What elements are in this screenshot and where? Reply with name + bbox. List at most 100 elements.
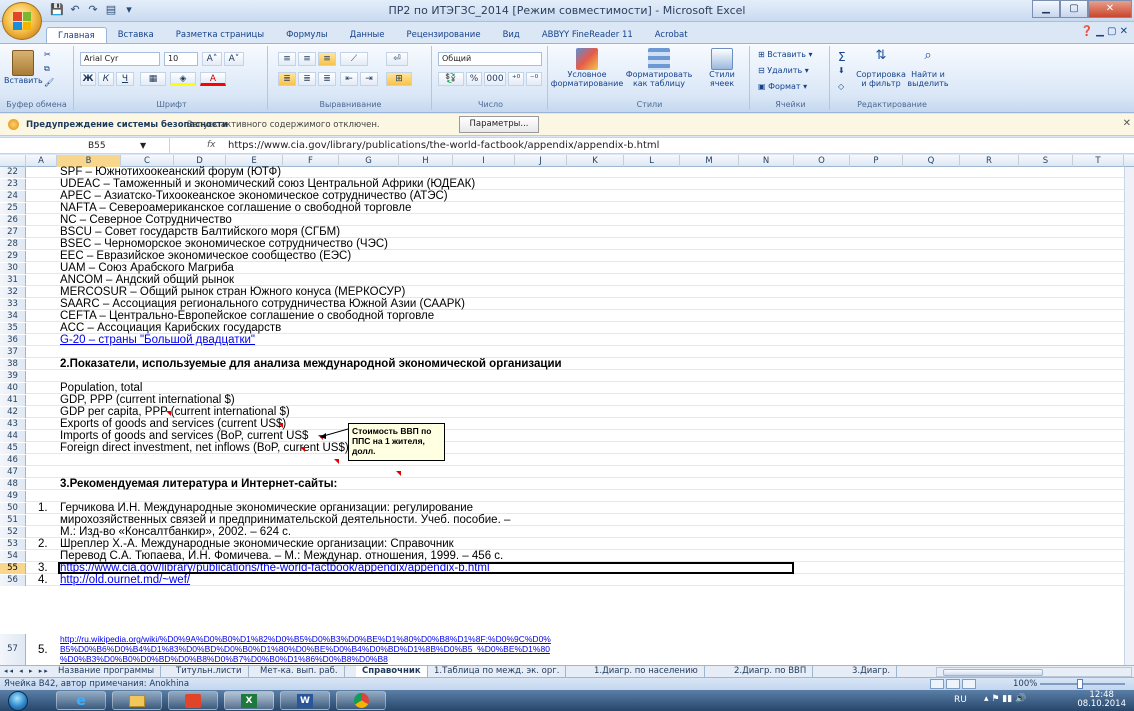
- cell-b[interactable]: NC – Северное Сотрудничество: [60, 214, 232, 226]
- column-header-s[interactable]: S: [1019, 155, 1073, 167]
- page-break-view-icon[interactable]: [962, 679, 976, 689]
- delete-cells-button[interactable]: ⊟ Удалить ▾: [758, 66, 809, 75]
- cell-b[interactable]: Exports of goods and services (current U…: [60, 418, 286, 430]
- row-header[interactable]: 36: [0, 335, 26, 346]
- italic-button[interactable]: К: [98, 72, 114, 86]
- cell-b[interactable]: BSCU – Совет государств Балтийского моря…: [60, 226, 340, 238]
- tab-page-layout[interactable]: Разметка страницы: [165, 27, 275, 43]
- align-bottom-button[interactable]: ≡: [318, 52, 336, 66]
- table-row[interactable]: 49: [0, 491, 1134, 502]
- accounting-button[interactable]: 💱: [438, 72, 464, 86]
- row-header[interactable]: 50: [0, 503, 26, 514]
- horizontal-scrollbar[interactable]: [936, 667, 1132, 677]
- table-row[interactable]: 30 UAM – Союз Арабского Магриба: [0, 262, 1134, 274]
- row-header[interactable]: 41: [0, 395, 26, 406]
- cell-b[interactable]: Перевод С.А. Тюпаева, И.Н. Фомичева. – М…: [60, 550, 503, 562]
- merge-center-button[interactable]: ⊞: [386, 72, 412, 86]
- increase-indent-button[interactable]: ⇥: [360, 72, 378, 86]
- table-row[interactable]: 54 Перевод С.А. Тюпаева, И.Н. Фомичева. –…: [0, 550, 1134, 562]
- column-header-p[interactable]: P: [850, 155, 903, 167]
- row-header[interactable]: 32: [0, 287, 26, 298]
- table-row[interactable]: 39: [0, 371, 1134, 382]
- row-header[interactable]: 46: [0, 455, 26, 466]
- table-row[interactable]: 33 SAARC – Ассоциация регионального сотру…: [0, 298, 1134, 310]
- conditional-formatting-button[interactable]: Условное форматирование: [551, 48, 623, 88]
- table-row[interactable]: 22 SPF – Южнотихоокеанский форум (ЮТФ): [0, 166, 1134, 178]
- table-row[interactable]: 32 MERCOSUR – Общий рынок стран Южного ко…: [0, 286, 1134, 298]
- column-header-o[interactable]: O: [794, 155, 850, 167]
- decrease-indent-button[interactable]: ⇤: [340, 72, 358, 86]
- comment-indicator[interactable]: [166, 411, 171, 416]
- table-row[interactable]: 29 EEC – Евразийское экономическое сообще…: [0, 250, 1134, 262]
- insert-cells-button[interactable]: ⊞ Вставить ▾: [758, 50, 813, 59]
- column-header-g[interactable]: G: [339, 155, 399, 167]
- chevron-down-icon[interactable]: ▼: [140, 138, 146, 154]
- cell-b[interactable]: APEC – Азиатско-Тихоокеанское экономичес…: [60, 190, 448, 202]
- column-header-r[interactable]: R: [960, 155, 1019, 167]
- cell-a[interactable]: 2.: [38, 538, 48, 550]
- wikipedia-link-line-1[interactable]: http://ru.wikipedia.org/wiki/%D0%9A%D0%B…: [60, 634, 551, 644]
- row-header[interactable]: 45: [0, 443, 26, 454]
- zoom-level[interactable]: 100%: [1013, 679, 1037, 689]
- row-header[interactable]: 23: [0, 179, 26, 190]
- cell-b[interactable]: мирохозяйственных связей и предпринимате…: [60, 514, 510, 526]
- row-header[interactable]: 28: [0, 239, 26, 250]
- cell-b[interactable]: Герчикова И.Н. Международные экономическ…: [60, 502, 473, 514]
- format-cells-button[interactable]: ▣ Формат ▾: [758, 82, 807, 91]
- wikipedia-link-line-2[interactable]: B5%D0%B6%D0%B4%D1%83%D0%BD%D0%B0%D1%80%D…: [60, 644, 550, 654]
- cell-b[interactable]: UAM – Союз Арабского Магриба: [60, 262, 234, 274]
- internet-explorer-taskbar-button[interactable]: e: [56, 691, 106, 710]
- align-right-button[interactable]: ≣: [318, 72, 336, 86]
- percent-button[interactable]: %: [466, 72, 482, 86]
- cell-b[interactable]: ACC – Ассоциация Карибских государств: [60, 322, 281, 334]
- cell-a[interactable]: 4.: [38, 574, 48, 586]
- number-format-combo[interactable]: Общий: [438, 52, 542, 66]
- start-button[interactable]: [0, 690, 36, 711]
- chrome-taskbar-button[interactable]: [336, 691, 386, 710]
- row-header[interactable]: 24: [0, 191, 26, 202]
- page-layout-view-icon[interactable]: [946, 679, 960, 689]
- row-header[interactable]: 42: [0, 407, 26, 418]
- tab-insert[interactable]: Вставка: [107, 27, 165, 43]
- comment-indicator[interactable]: [278, 423, 283, 428]
- row-header[interactable]: 26: [0, 215, 26, 226]
- column-header-t[interactable]: T: [1073, 155, 1124, 167]
- cell-b[interactable]: Population, total: [60, 382, 142, 394]
- cell-b[interactable]: М.: Изд-во «Консалтбанкир», 2002. – 624 …: [60, 526, 291, 538]
- tab-home[interactable]: Главная: [46, 27, 107, 43]
- row-header[interactable]: 57: [0, 634, 26, 665]
- row-header[interactable]: 48: [0, 479, 26, 490]
- row-header[interactable]: 33: [0, 299, 26, 310]
- table-row[interactable]: 43 Exports of goods and services (current…: [0, 418, 1134, 430]
- row-header[interactable]: 54: [0, 551, 26, 562]
- column-header-i[interactable]: I: [453, 155, 515, 167]
- table-row[interactable]: 34 CEFTA – Центрально-Европейское соглаше…: [0, 310, 1134, 322]
- table-row[interactable]: 51 мирохозяйственных связей и предпринима…: [0, 514, 1134, 526]
- row-header[interactable]: 43: [0, 419, 26, 430]
- autosum-button[interactable]: Σ: [838, 50, 846, 64]
- row-header[interactable]: 34: [0, 311, 26, 322]
- copy-icon[interactable]: ⧉: [44, 64, 50, 74]
- table-row[interactable]: 48 3.Рекомендуемая литература и Интернет-…: [0, 478, 1134, 490]
- sort-filter-button[interactable]: ⇅ Сортировка и фильтр: [856, 48, 906, 88]
- shrink-font-button[interactable]: A˅: [224, 52, 244, 66]
- column-header-a[interactable]: A: [26, 155, 57, 167]
- close-bar-icon[interactable]: ✕: [1123, 118, 1131, 129]
- row-header[interactable]: 40: [0, 383, 26, 394]
- tab-review[interactable]: Рецензирование: [395, 27, 491, 43]
- cell-b[interactable]: Imports of goods and services (BoP, curr…: [60, 430, 308, 442]
- cell-b-link[interactable]: http://old.ournet.md/~wef/: [60, 574, 190, 586]
- table-row[interactable]: 38 2.Показатели, используемые для анализа…: [0, 358, 1134, 370]
- column-header-h[interactable]: H: [399, 155, 453, 167]
- tray-icons[interactable]: ▴ ⚑ ▮▮ 🔊: [984, 694, 1026, 704]
- row-header[interactable]: 31: [0, 275, 26, 286]
- table-row[interactable]: 35 ACC – Ассоциация Карибских государств: [0, 322, 1134, 334]
- help-icon[interactable]: ❓ ▁ ▢ ✕: [1080, 26, 1128, 37]
- comment-indicator[interactable]: [334, 459, 339, 464]
- cell-b[interactable]: GDP per capita, PPP (current internation…: [60, 406, 290, 418]
- select-all-corner[interactable]: [0, 155, 26, 167]
- align-top-button[interactable]: ≡: [278, 52, 296, 66]
- row-header[interactable]: 27: [0, 227, 26, 238]
- table-row[interactable]: 23 UDEAC – Таможенный и экономический сою…: [0, 178, 1134, 190]
- table-row[interactable]: 36 G-20 – страны "Большой двадцатки": [0, 334, 1134, 346]
